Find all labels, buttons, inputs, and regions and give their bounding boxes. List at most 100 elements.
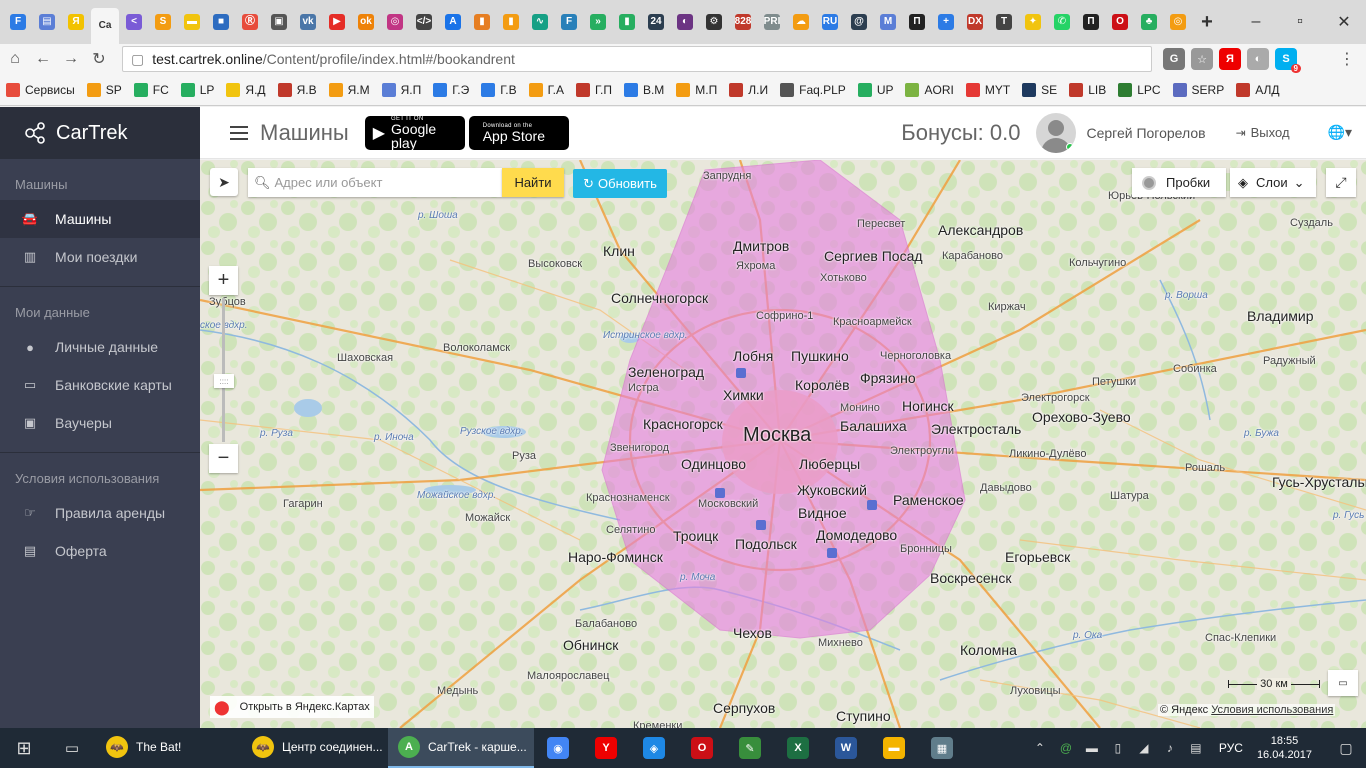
tab-dx-tab[interactable]: DX <box>961 7 989 37</box>
tab-vk-tab[interactable]: vk <box>294 7 322 37</box>
tab-f2-tab[interactable]: F <box>555 7 583 37</box>
bookmark-item[interactable]: SE <box>1022 82 1057 97</box>
app-store-button[interactable]: Download on the App Store <box>468 115 569 150</box>
forward-icon[interactable]: → <box>58 46 84 72</box>
bookmark-item[interactable]: М.П <box>676 82 717 97</box>
tab-f-tab[interactable]: F <box>4 7 32 37</box>
terms-link[interactable]: Условия использования <box>1211 704 1333 716</box>
tab-pulse-tab[interactable]: ∿ <box>526 7 554 37</box>
tab-instagram-tab[interactable]: ◎ <box>381 7 409 37</box>
safari-pinned-app[interactable]: ◈ <box>630 728 678 768</box>
tab-opera-tab[interactable]: O <box>1106 7 1134 37</box>
map[interactable]: Москва Запрудня Дмитров Яхрома Сергиев Посад… <box>200 160 1366 728</box>
reload-icon[interactable]: ↻ <box>86 46 112 72</box>
user-extension-icon[interactable]: ◐ <box>1247 48 1269 70</box>
tab-ru-tab[interactable]: RU <box>816 7 844 37</box>
notifications-icon[interactable]: ▢ <box>1326 728 1366 768</box>
tab-plus-tab[interactable]: + <box>932 7 960 37</box>
yandex-extension-icon[interactable]: Я <box>1219 48 1241 70</box>
bookmark-item[interactable]: Faq.PLP <box>780 82 846 97</box>
tab-cloud-tab[interactable]: ☁ <box>787 7 815 37</box>
sidebar-item[interactable]: ▣ Ваучеры <box>0 404 200 442</box>
map-search-input[interactable]: 🔍︎ Адрес или объект <box>248 168 502 197</box>
tab-code-tab[interactable]: </> <box>410 7 438 37</box>
bookmark-item[interactable]: LP <box>180 82 214 97</box>
logout-button[interactable]: ⇥ Выход <box>1236 125 1290 140</box>
ruler-icon[interactable]: ▭ <box>1328 670 1358 696</box>
tray-battery-icon[interactable]: ▯ <box>1105 741 1131 755</box>
input-language[interactable]: РУС <box>1219 741 1243 755</box>
word-pinned-app[interactable]: W <box>822 728 870 768</box>
tab-t-tab[interactable]: T <box>990 7 1018 37</box>
bookmark-item[interactable]: SERP <box>1172 82 1224 97</box>
open-yandex-maps-link[interactable]: ⬤ Открыть в Яндекс.Картах <box>210 696 374 718</box>
user-name[interactable]: Сергей Погорелов <box>1086 125 1205 141</box>
tab-youtube-tab[interactable]: ▶ <box>323 7 351 37</box>
menu-toggle-icon[interactable] <box>230 125 248 140</box>
zoom-out-button[interactable]: − <box>209 444 238 473</box>
bookmark-item[interactable]: Я.Д <box>226 82 266 97</box>
refresh-button[interactable]: ↻ Обновить <box>573 169 667 198</box>
url-field[interactable]: ▢ test.cartrek.online/Content/profile/in… <box>122 46 1152 72</box>
tray-at-icon[interactable]: @ <box>1053 741 1079 755</box>
bookmark-item[interactable]: Г.В <box>481 82 517 97</box>
tab-m-tab[interactable]: M <box>874 7 902 37</box>
tab-ring-tab[interactable]: ◎ <box>1164 7 1192 37</box>
tab-ok-tab[interactable]: ok <box>352 7 380 37</box>
windows-start-icon[interactable]: ⊞ <box>0 728 48 768</box>
tab-yandex-tab[interactable]: Я <box>62 7 90 37</box>
sidebar-item[interactable]: ● Личные данные <box>0 328 200 366</box>
tab-bars2-tab[interactable]: ▮ <box>497 7 525 37</box>
yandex-browser-pinned-app[interactable]: Y <box>582 728 630 768</box>
bookmark-item[interactable]: MYT <box>965 82 1010 97</box>
page-info-icon[interactable]: ▢ <box>131 51 144 68</box>
opera-pinned-app[interactable]: O <box>678 728 726 768</box>
tab-puzzle-tab[interactable]: ■ <box>207 7 235 37</box>
sidebar-item[interactable]: ▭ Банковские карты <box>0 366 200 404</box>
language-globe-icon[interactable]: 🌐▾ <box>1328 124 1352 141</box>
explorer-pinned-app[interactable]: ▬ <box>870 728 918 768</box>
star-extension-icon[interactable]: ☆ <box>1191 48 1213 70</box>
chrome-pinned-app[interactable]: ◉ <box>534 728 582 768</box>
close-icon[interactable]: ✕ <box>1322 0 1366 44</box>
tray-network-icon[interactable]: ◢ <box>1131 741 1157 755</box>
tab-arrows-tab[interactable]: » <box>584 7 612 37</box>
layers-button[interactable]: ◈ Слои ⌄ <box>1230 168 1316 197</box>
tab-r-tab[interactable]: Ⓡ <box>236 7 264 37</box>
tray-chevron-icon[interactable]: ⌃ <box>1027 741 1053 755</box>
maximize-icon[interactable]: ▫ <box>1278 0 1322 44</box>
sidebar-item[interactable]: 🚘 Машины <box>0 200 200 238</box>
sidebar-item[interactable]: ▤ Оферта <box>0 532 200 570</box>
bookmark-item[interactable]: FC <box>133 82 169 97</box>
bookmark-item[interactable]: SP <box>86 82 122 97</box>
home-icon[interactable]: ⌂ <box>2 46 28 72</box>
bookmark-item[interactable]: Сервисы <box>6 82 75 97</box>
clock[interactable]: 18:55 16.04.2017 <box>1257 734 1312 762</box>
tab-whatsapp-tab[interactable]: ✆ <box>1048 7 1076 37</box>
back-icon[interactable]: ← <box>30 46 56 72</box>
bookmark-item[interactable]: Г.Э <box>433 82 469 97</box>
tab-yd-tab[interactable]: ▬ <box>178 7 206 37</box>
excel-pinned-app[interactable]: X <box>774 728 822 768</box>
minimize-icon[interactable]: – <box>1234 0 1278 44</box>
geolocation-button[interactable]: ➤ <box>210 168 238 196</box>
tray-flag-icon[interactable]: ▬ <box>1079 741 1105 755</box>
notepad-pinned-app[interactable]: ✎ <box>726 728 774 768</box>
bookmark-item[interactable]: Г.А <box>528 82 564 97</box>
tab-save-tab[interactable]: ▣ <box>265 7 293 37</box>
zoom-slider-handle[interactable]: :::: <box>214 374 234 388</box>
calculator-pinned-app[interactable]: ▦ <box>918 728 966 768</box>
tab-pri-tab[interactable]: PRI <box>758 7 786 37</box>
brand[interactable]: CarTrek <box>0 107 200 159</box>
bookmark-item[interactable]: UP <box>857 82 893 97</box>
find-button[interactable]: Найти <box>502 168 564 197</box>
tab-s-tab[interactable]: S <box>149 7 177 37</box>
tab-chart-tab[interactable]: ▮ <box>613 7 641 37</box>
tab-a-tab[interactable]: A <box>439 7 467 37</box>
sidebar-item[interactable]: ▥ Мои поездки <box>0 238 200 276</box>
bookmark-item[interactable]: LIB <box>1069 82 1106 97</box>
taskbar-task[interactable]: 🦇 Центр соединен... <box>242 728 388 768</box>
bookmark-item[interactable]: Я.В <box>277 82 317 97</box>
traffic-button[interactable]: Пробки <box>1132 168 1226 197</box>
taskbar-task[interactable]: 🦇 The Bat! <box>96 728 242 768</box>
